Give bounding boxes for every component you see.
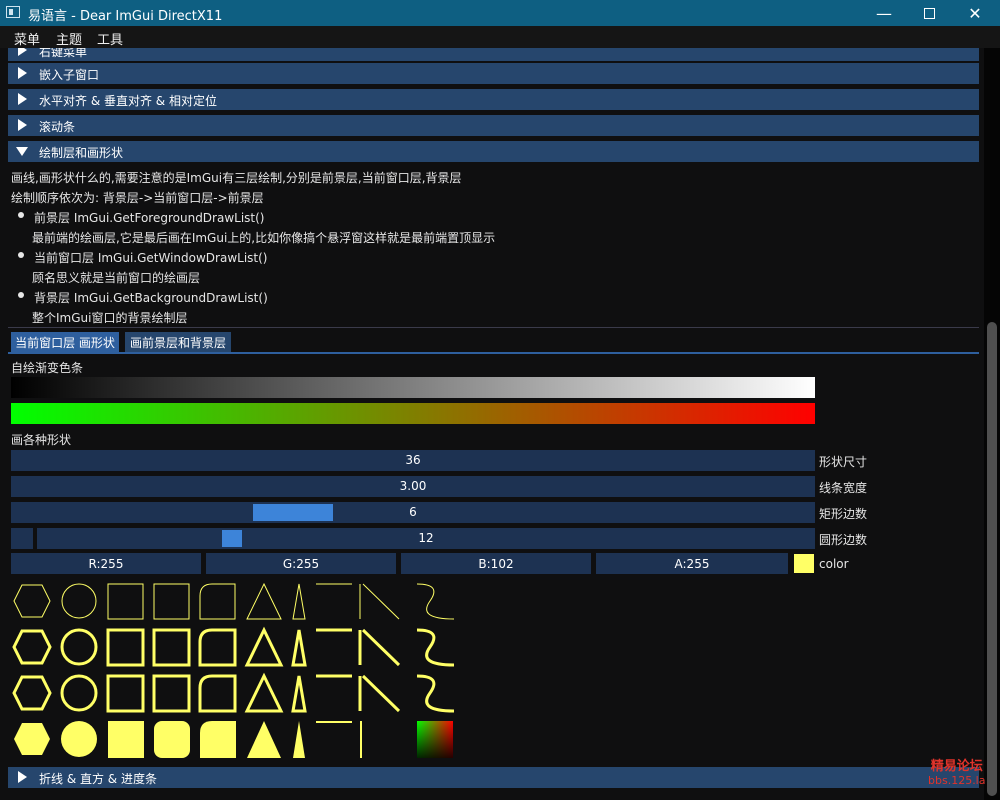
section-label: 右键菜单 [39, 48, 88, 59]
section-label: 滚动条 [39, 120, 76, 134]
bezier-shape [416, 583, 455, 620]
slider-shape-size[interactable]: 36 [11, 450, 815, 471]
expand-arrow-icon [18, 93, 27, 105]
circle-shape [61, 583, 97, 619]
close-button[interactable]: ✕ [952, 0, 998, 26]
layer-title-background: 背景层 ImGui.GetBackgroundDrawList() [34, 291, 268, 305]
diag-line-shape [362, 583, 400, 620]
hexagon-shape [13, 584, 51, 618]
tab-window-shapes[interactable]: 当前窗口层 画形状 [11, 332, 119, 352]
slider-circle-prefix[interactable] [11, 528, 33, 549]
section-label: 折线 & 直方 & 进度条 [39, 772, 157, 786]
menu-item-tools[interactable]: 工具 [97, 29, 123, 48]
section-header-scrollbar[interactable]: 滚动条 [8, 115, 979, 136]
expand-arrow-icon [18, 48, 27, 56]
layer-title-window: 当前窗口层 ImGui.GetWindowDrawList() [34, 251, 268, 265]
section-header-draw-layers[interactable]: 绘制层和画形状 [8, 141, 979, 162]
section-header-alignment[interactable]: 水平对齐 & 垂直对齐 & 相对定位 [8, 89, 979, 110]
main-content: 右键菜单 嵌入子窗口 水平对齐 & 垂直对齐 & 相对定位 滚动条 绘制层和画形… [0, 48, 984, 800]
maximize-icon [923, 7, 935, 19]
watermark-logo: 精易论坛 bbs.125.la [928, 760, 985, 788]
menu-item-menu[interactable]: 菜单 [14, 29, 40, 48]
bullet-icon [18, 252, 24, 258]
color-r-field[interactable]: R:255 [11, 553, 201, 574]
shapes-canvas [12, 582, 455, 758]
layer-desc-window: 顾名思义就是当前窗口的绘画层 [32, 271, 201, 285]
multicolor-rect [417, 721, 453, 758]
slider-value: 6 [409, 505, 417, 519]
window-title: 易语言 - Dear ImGui DirectX11 [28, 9, 223, 24]
slider-label: 圆形边数 [819, 533, 868, 547]
slider-circle-segments[interactable]: 12 [37, 528, 815, 549]
expand-arrow-icon [18, 119, 27, 131]
minimize-icon: — [876, 3, 892, 23]
slider-value: 12 [418, 531, 434, 545]
section-label: 水平对齐 & 垂直对齐 & 相对定位 [39, 94, 217, 108]
title-bar: 易语言 - Dear ImGui DirectX11 — ✕ [0, 0, 1000, 26]
separator [8, 327, 979, 328]
section-header-plots[interactable]: 折线 & 直方 & 进度条 [8, 767, 979, 788]
minimize-button[interactable]: — [861, 0, 907, 26]
rect-shape [107, 583, 144, 620]
maximize-button[interactable] [906, 0, 952, 26]
gradient-bar-black-white [11, 377, 815, 398]
section-label: 嵌入子窗口 [39, 68, 100, 82]
shapes-label: 画各种形状 [11, 433, 72, 447]
color-g-field[interactable]: G:255 [206, 553, 396, 574]
layer-desc-foreground: 最前端的绘画层,它是最后画在ImGui上的,比如你像搞个悬浮窗这样就是最前端置顶… [32, 231, 496, 245]
section-label: 绘制层和画形状 [39, 146, 124, 160]
shapes-row-thick-2 [12, 672, 455, 713]
section-header-child-window[interactable]: 嵌入子窗口 [8, 63, 979, 84]
close-icon: ✕ [968, 3, 982, 23]
shapes-row-thin [13, 582, 455, 620]
bullet-icon [18, 292, 24, 298]
menu-item-theme[interactable]: 主题 [56, 29, 82, 48]
rect-rounded-shape [153, 583, 190, 620]
shapes-row-thick [12, 626, 455, 667]
slider-value: 3.00 [399, 479, 427, 493]
expand-arrow-icon [18, 771, 27, 783]
menu-bar: 菜单 主题 工具 [0, 26, 1000, 48]
color-label: color [819, 557, 849, 571]
slider-label: 矩形边数 [819, 507, 868, 521]
section-header-context-menu[interactable]: 右键菜单 [8, 48, 979, 61]
app-icon [6, 6, 20, 18]
color-swatch[interactable] [794, 554, 814, 573]
slider-rect-segments[interactable]: 6 [11, 502, 815, 523]
narrow-triangle-shape [292, 583, 306, 620]
layer-desc-background: 整个ImGui窗口的背景绘制层 [32, 311, 188, 325]
collapse-arrow-icon [16, 147, 28, 156]
intro-text-2: 绘制顺序依次为: 背景层->当前窗口层->前景层 [11, 191, 264, 205]
bullet-icon [18, 212, 24, 218]
tab-fg-bg-layers[interactable]: 画前景层和背景层 [125, 332, 231, 352]
triangle-shape [246, 582, 282, 620]
color-a-field[interactable]: A:255 [596, 553, 788, 574]
slider-value: 36 [405, 453, 421, 467]
shapes-row-filled [14, 721, 362, 758]
watermark-text: 精易论坛 [930, 759, 983, 774]
tab-bar-underline [8, 352, 979, 354]
intro-text-1: 画线,画形状什么的,需要注意的是ImGui有三层绘制,分别是前景层,当前窗口层,… [11, 171, 462, 185]
watermark-url: bbs.125.la [928, 774, 986, 787]
layer-title-foreground: 前景层 ImGui.GetForegroundDrawList() [34, 211, 265, 225]
scrollbar-thumb[interactable] [987, 322, 997, 796]
color-b-field[interactable]: B:102 [401, 553, 591, 574]
gradient-label: 自绘渐变色条 [11, 361, 84, 375]
gradient-bar-green-red [11, 403, 815, 424]
slider-line-width[interactable]: 3.00 [11, 476, 815, 497]
slider-label: 线条宽度 [819, 481, 868, 495]
expand-arrow-icon [18, 67, 27, 79]
vertical-scrollbar[interactable] [984, 48, 1000, 800]
rect-corner-shape [199, 583, 236, 620]
slider-label: 形状尺寸 [819, 455, 868, 469]
